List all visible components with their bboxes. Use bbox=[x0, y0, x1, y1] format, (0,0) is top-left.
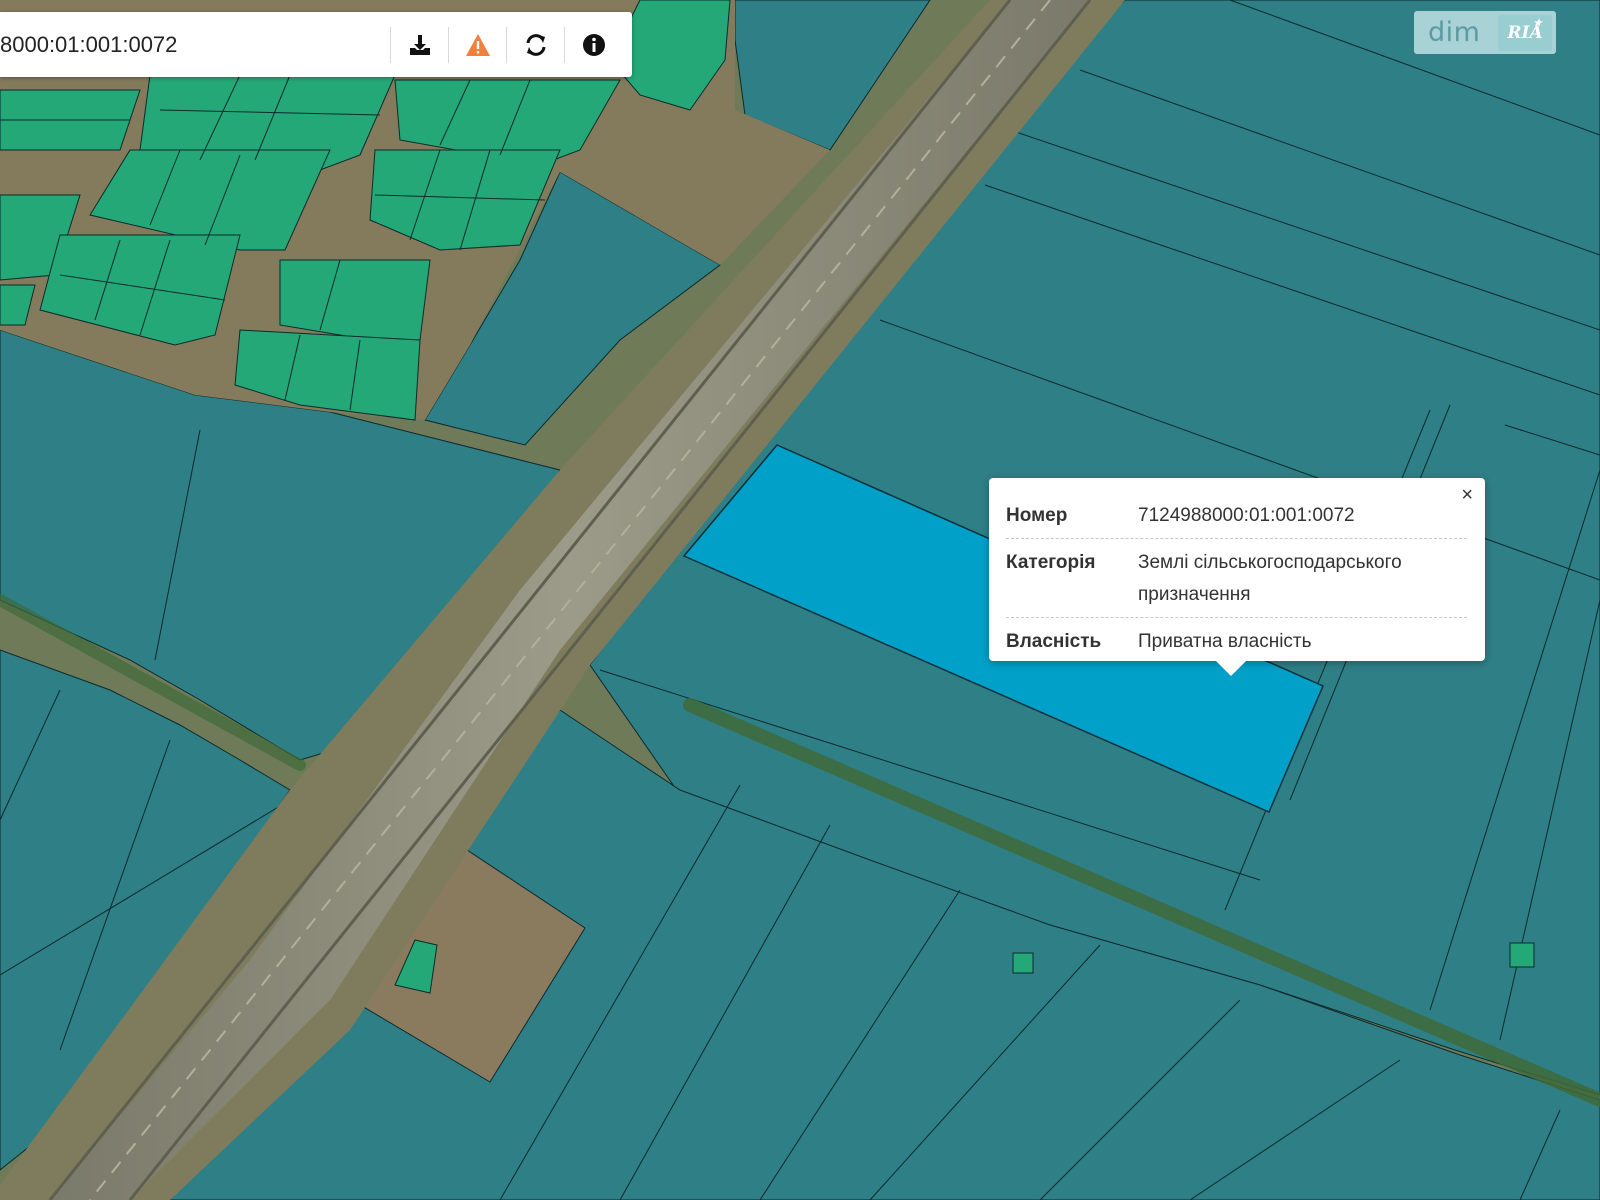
parcel-info-popup: × Номер 7124988000:01:001:0072 Категорія… bbox=[989, 478, 1485, 676]
refresh-button[interactable] bbox=[506, 26, 564, 63]
popup-value: Землі сільськогосподарського призначення bbox=[1138, 552, 1402, 605]
popup-value: Приватна власність bbox=[1138, 631, 1312, 652]
close-icon[interactable]: × bbox=[1461, 485, 1473, 505]
small-plot-marker-2[interactable] bbox=[1509, 942, 1535, 968]
warning-icon bbox=[465, 33, 490, 56]
report-issue-button[interactable] bbox=[448, 26, 506, 63]
popup-key: Власність bbox=[1006, 631, 1102, 652]
map-toolbar bbox=[390, 12, 622, 77]
cadastral-search-input[interactable] bbox=[0, 12, 380, 77]
popup-row-number: Номер 7124988000:01:001:0072 bbox=[1006, 492, 1467, 539]
download-button[interactable] bbox=[390, 26, 448, 63]
small-plot-marker[interactable] bbox=[1012, 952, 1034, 974]
popup-key: Категорія bbox=[1006, 552, 1096, 573]
download-icon bbox=[409, 34, 430, 55]
info-button[interactable] bbox=[564, 26, 622, 63]
refresh-icon bbox=[526, 33, 545, 56]
star-icon: ★ bbox=[1533, 17, 1542, 29]
popup-value: 7124988000:01:001:0072 bbox=[1138, 505, 1355, 526]
popup-key: Номер bbox=[1006, 505, 1068, 526]
search-bar bbox=[0, 12, 632, 77]
logo-ria-badge: ★ RIA bbox=[1498, 14, 1552, 51]
popup-row-category: Категорія Землі сільськогосподарського п… bbox=[1006, 539, 1467, 618]
popup-row-ownership: Власність Приватна власність bbox=[1006, 618, 1467, 664]
logo-dim-text: dim bbox=[1428, 17, 1481, 48]
info-icon bbox=[582, 33, 605, 56]
dim-ria-logo[interactable]: dim ★ RIA bbox=[1414, 11, 1556, 54]
